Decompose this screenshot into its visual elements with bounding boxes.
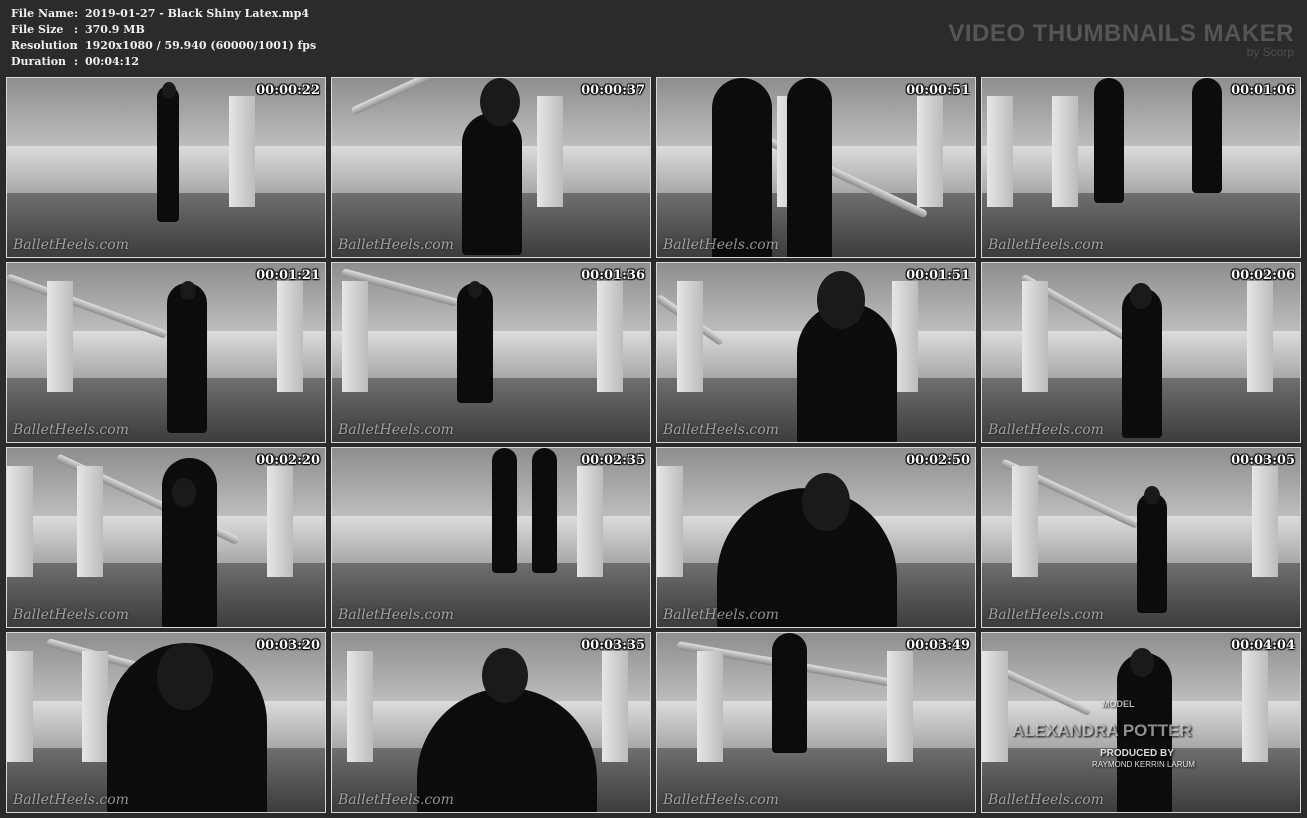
- thumbnail-frame[interactable]: 00:03:35 BalletHeels.com: [331, 632, 651, 813]
- watermark-logo: BalletHeels.com: [988, 607, 1104, 623]
- frame-image: [657, 78, 975, 257]
- frame-timestamp: 00:01:36: [581, 268, 645, 283]
- credits-model-label: MODEL: [1102, 699, 1135, 709]
- thumbnail-frame[interactable]: 00:03:20 BalletHeels.com: [6, 632, 326, 813]
- frame-image: [332, 633, 650, 812]
- watermark-logo: BalletHeels.com: [13, 237, 129, 253]
- watermark-logo: BalletHeels.com: [338, 422, 454, 438]
- file-size-value: 370.9 MB: [85, 23, 145, 36]
- resolution-value: 1920x1080 / 59.940 (60000/1001) fps: [85, 39, 317, 52]
- duration-row: Duration : 00:04:12: [11, 54, 316, 70]
- info-key: File Size: [11, 23, 64, 36]
- frame-timestamp: 00:00:51: [906, 83, 970, 98]
- frame-timestamp: 00:02:20: [256, 453, 320, 468]
- frame-timestamp: 00:01:21: [256, 268, 320, 283]
- file-name-value: 2019-01-27 - Black Shiny Latex.mp4: [85, 7, 309, 20]
- frame-image: [7, 448, 325, 627]
- thumbnail-frame[interactable]: 00:02:50 BalletHeels.com: [656, 447, 976, 628]
- watermark-logo: BalletHeels.com: [663, 792, 779, 808]
- frame-image: [7, 78, 325, 257]
- frame-timestamp: 00:03:49: [906, 638, 970, 653]
- frame-timestamp: 00:02:50: [906, 453, 970, 468]
- thumbnail-grid: 00:00:22 BalletHeels.com 00:00:37 BalletHee…: [6, 77, 1301, 813]
- watermark-logo: BalletHeels.com: [338, 607, 454, 623]
- frame-image: [657, 263, 975, 442]
- frame-image: [982, 448, 1300, 627]
- brand-logo: VIDEO THUMBNAILS MAKER by Scorp: [948, 20, 1294, 58]
- watermark-logo: BalletHeels.com: [13, 792, 129, 808]
- frame-image: [982, 263, 1300, 442]
- frame-image: [657, 448, 975, 627]
- frame-image: [7, 263, 325, 442]
- info-separator: :: [74, 39, 79, 52]
- thumbnail-frame[interactable]: 00:04:04 BalletHeels.com MODEL ALEXANDRA PO…: [981, 632, 1301, 813]
- frame-timestamp: 00:02:35: [581, 453, 645, 468]
- thumbnail-frame[interactable]: 00:00:37 BalletHeels.com: [331, 77, 651, 258]
- frame-image: [332, 78, 650, 257]
- frame-image: [332, 263, 650, 442]
- frame-image: [332, 448, 650, 627]
- watermark-logo: BalletHeels.com: [988, 792, 1104, 808]
- info-key: File Name: [11, 7, 74, 20]
- frame-timestamp: 00:00:37: [581, 83, 645, 98]
- info-key: Resolution: [11, 39, 78, 52]
- thumbnail-frame[interactable]: 00:01:06 BalletHeels.com: [981, 77, 1301, 258]
- frame-timestamp: 00:01:51: [906, 268, 970, 283]
- frame-timestamp: 00:03:20: [256, 638, 320, 653]
- info-separator: :: [74, 7, 79, 20]
- watermark-logo: BalletHeels.com: [988, 422, 1104, 438]
- frame-timestamp: 00:04:04: [1231, 638, 1295, 653]
- file-size-row: File Size : 370.9 MB: [11, 22, 316, 38]
- frame-timestamp: 00:01:06: [1231, 83, 1295, 98]
- brand-title: VIDEO THUMBNAILS MAKER: [948, 20, 1294, 47]
- thumbnail-frame[interactable]: 00:02:20 BalletHeels.com: [6, 447, 326, 628]
- watermark-logo: BalletHeels.com: [663, 607, 779, 623]
- thumbnail-frame[interactable]: 00:03:05 BalletHeels.com: [981, 447, 1301, 628]
- watermark-logo: BalletHeels.com: [663, 422, 779, 438]
- thumbnail-frame[interactable]: 00:03:49 BalletHeels.com: [656, 632, 976, 813]
- credits-model-name: ALEXANDRA POTTER: [1012, 721, 1192, 740]
- duration-value: 00:04:12: [85, 55, 140, 68]
- watermark-logo: BalletHeels.com: [663, 237, 779, 253]
- watermark-logo: BalletHeels.com: [338, 792, 454, 808]
- info-separator: :: [74, 23, 79, 36]
- thumbnail-frame[interactable]: 00:00:22 BalletHeels.com: [6, 77, 326, 258]
- info-separator: :: [74, 55, 79, 68]
- credits-producer-name: RAYMOND KERRIN LARUM: [1092, 760, 1195, 769]
- frame-image: [7, 633, 325, 812]
- frame-image: [657, 633, 975, 812]
- thumbnail-frame[interactable]: 00:01:36 BalletHeels.com: [331, 262, 651, 443]
- header: File Name : 2019-01-27 - Black Shiny Lat…: [0, 0, 1307, 76]
- resolution-row: Resolution : 1920x1080 / 59.940 (60000/1…: [11, 38, 316, 54]
- thumbnail-frame[interactable]: 00:01:21 BalletHeels.com: [6, 262, 326, 443]
- credits-produced-label: PRODUCED BY: [1100, 748, 1174, 759]
- thumbnail-frame[interactable]: 00:02:06 BalletHeels.com: [981, 262, 1301, 443]
- frame-image: [982, 78, 1300, 257]
- frame-timestamp: 00:03:05: [1231, 453, 1295, 468]
- thumbnail-frame[interactable]: 00:02:35 BalletHeels.com: [331, 447, 651, 628]
- watermark-logo: BalletHeels.com: [988, 237, 1104, 253]
- watermark-logo: BalletHeels.com: [338, 237, 454, 253]
- file-name-row: File Name : 2019-01-27 - Black Shiny Lat…: [11, 6, 316, 22]
- info-key: Duration: [11, 55, 67, 68]
- thumbnail-frame[interactable]: 00:00:51 BalletHeels.com: [656, 77, 976, 258]
- frame-timestamp: 00:00:22: [256, 83, 320, 98]
- file-info-panel: File Name : 2019-01-27 - Black Shiny Lat…: [11, 6, 316, 70]
- frame-timestamp: 00:03:35: [581, 638, 645, 653]
- watermark-logo: BalletHeels.com: [13, 607, 129, 623]
- watermark-logo: BalletHeels.com: [13, 422, 129, 438]
- frame-timestamp: 00:02:06: [1231, 268, 1295, 283]
- thumbnail-frame[interactable]: 00:01:51 BalletHeels.com: [656, 262, 976, 443]
